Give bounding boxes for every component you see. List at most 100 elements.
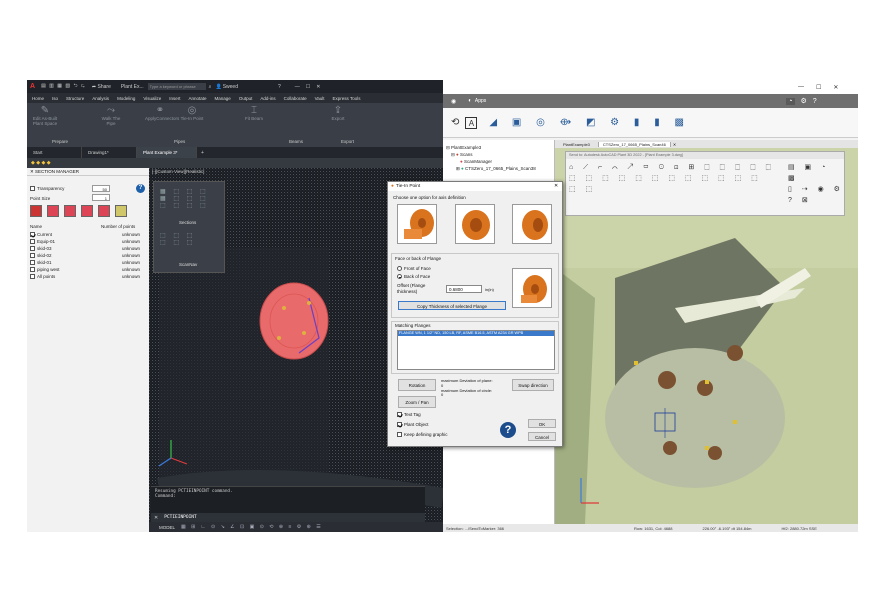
section-remove-icon[interactable] [64, 205, 76, 217]
view-mode-icons[interactable]: ◢ ▣ ◎ ⟴ ◩ ⚙ ▮ ▮ ▩ [489, 117, 690, 128]
section-export-icon[interactable] [115, 205, 127, 217]
apps-label[interactable]: Apps [475, 98, 486, 104]
stop-icon[interactable]: ◉ [451, 98, 456, 105]
search-input[interactable]: Type a keyword or phrase [147, 83, 206, 90]
section-tool-icons[interactable]: ▦ ⬚ ⬚ ⬚ ▦ ⬚ ⬚ ⬚ ⬚ ⬚ ⬚ ⬚ [160, 188, 209, 209]
send-tool-icons[interactable]: ⌂ ⟋ ⌐ ⌒ ↗ ▭ ⊙ ⊡ ⊞ ⬚ ⬚ ⬚ ⬚ ⬚ ⬚ ⬚ ⬚ ⬚ ⬚ ⬚ ⬚… [569, 162, 775, 195]
autocad-icon[interactable]: A [465, 116, 478, 129]
back-of-face-radio[interactable]: Back of Face [397, 274, 430, 280]
tree-scans[interactable]: ⊟ ● Scans [446, 151, 551, 158]
doc-tab-drawing1[interactable]: Drawing1* [82, 147, 137, 158]
send-right-icons[interactable]: ▤ ▣ ◔ ▩ ▯ ⇢ ◉ ⚙? ⊠ [788, 162, 844, 206]
section-list-item[interactable]: skid-02 unknown [30, 252, 144, 259]
tab-plantexample3[interactable]: PlantExample3 [555, 141, 599, 147]
point-size-input[interactable]: 1 [92, 194, 110, 201]
tree-scanmanager[interactable]: ● ScanManager [446, 158, 551, 165]
tab-annotate[interactable]: Annotate [189, 96, 207, 101]
front-of-face-radio[interactable]: Front of Face [397, 266, 431, 272]
section-list-item[interactable]: piping west unknown [30, 266, 144, 273]
section-list-item[interactable]: Equip-01 unknown [30, 238, 144, 245]
section-invert-icon[interactable] [81, 205, 93, 217]
tab-modeling[interactable]: Modeling [117, 96, 135, 101]
dialog-close-icon[interactable]: ✕ [554, 184, 558, 189]
matching-flange-item[interactable]: FLANGE WN, 1 1/2" ND, 150 LB, RF, ASME B… [398, 331, 554, 336]
status-toggle-icons[interactable]: ▦ ⊞ ∟ ⊙ ↘ ∠ ⊡ ▣ ⊙ ⟲ ⊕ ≡ ⚙ ⊕ ☰ [181, 524, 323, 530]
matching-flanges-list[interactable]: FLANGE WN, 1 1/2" ND, 150 LB, RF, ASME B… [397, 330, 555, 370]
rotate-icon[interactable]: ⟲ [451, 117, 459, 128]
viewport-label[interactable]: [-][Custom View][Realistic] [152, 169, 204, 174]
section-item-checkbox[interactable] [30, 239, 35, 245]
transparency-checkbox[interactable] [30, 186, 35, 192]
tab-output[interactable]: Output [239, 96, 253, 101]
maximize-icon[interactable]: ☐ [816, 84, 821, 91]
scannav-icons[interactable]: ⬚ ⬚ ⬚ ⬚ ⬚ ⬚ [160, 232, 195, 246]
section-item-checkbox[interactable] [30, 274, 35, 280]
cancel-button[interactable]: Cancel [528, 432, 556, 441]
swap-direction-button[interactable]: Swap direction [512, 379, 554, 391]
tie-in-point-button[interactable]: ◎ Tie-In Point [179, 105, 205, 121]
export-button[interactable]: ⇪ Export [327, 105, 349, 121]
doc-tab-start[interactable]: Start [27, 147, 82, 158]
axis-option-3[interactable] [512, 204, 552, 244]
search-icon[interactable]: ⌕ [209, 84, 212, 90]
copy-thickness-button[interactable]: Copy Thickness of selected Flange [398, 301, 506, 310]
zoom-pan-button[interactable]: Zoom / Pan [398, 396, 436, 408]
tab-close-icon[interactable]: ✕ [673, 142, 676, 147]
pie-icon[interactable]: ◔ [786, 97, 795, 105]
section-item-checkbox[interactable] [30, 253, 35, 259]
walk-the-pipe-button[interactable]: ⤳ Walk The Pipe [99, 105, 123, 126]
layer-icons[interactable]: ◆ ◆ ◆ ◆ [31, 160, 51, 166]
tab-analysis[interactable]: Analysis [92, 96, 109, 101]
ok-button[interactable]: OK [528, 419, 556, 428]
tab-home[interactable]: Home [32, 96, 44, 101]
keep-graphic-checkbox[interactable]: Keep defining graphic [397, 432, 448, 438]
axis-option-2[interactable] [455, 204, 495, 244]
section-clear-icon[interactable] [98, 205, 110, 217]
rotation-button[interactable]: Rotation [398, 379, 436, 391]
section-item-checkbox[interactable] [30, 260, 35, 266]
transparency-input[interactable]: 50 [92, 185, 110, 192]
axis-option-1[interactable] [397, 204, 437, 244]
tab-express-tools[interactable]: Express Tools [333, 96, 361, 101]
section-list-item[interactable]: All points unknown [30, 273, 144, 280]
new-tab-icon[interactable]: + [201, 150, 204, 156]
dialog-help-icon[interactable]: ? [500, 422, 516, 438]
tab-iso[interactable]: Iso [52, 96, 58, 101]
tab-manage[interactable]: Manage [215, 96, 231, 101]
flange-model[interactable] [259, 282, 329, 360]
section-item-checkbox[interactable] [30, 246, 35, 252]
fit-beam-button[interactable]: ⌶ Fit Beam [243, 105, 265, 121]
edit-asbuilt-button[interactable]: ✎ Edit As-Built Plant Space [31, 105, 59, 126]
section-add-icon[interactable] [47, 205, 59, 217]
minimize-icon[interactable]: — [798, 84, 804, 90]
plant-object-checkbox[interactable]: Plant Object [397, 422, 429, 428]
close-icon[interactable]: ✕ [316, 84, 320, 90]
section-list-item[interactable]: skid-03 unknown [30, 245, 144, 252]
maximize-icon[interactable]: ☐ [306, 84, 310, 90]
doc-tab-plant-example[interactable]: Plant Example 3* [137, 147, 197, 158]
section-new-icon[interactable] [30, 205, 42, 217]
apps-icon[interactable]: ◐ [468, 98, 472, 104]
share-button[interactable]: ➦ Share [92, 84, 111, 90]
command-input[interactable]: PCTIEINPOINT [164, 515, 197, 520]
command-close-icon[interactable]: ✕ [154, 515, 158, 521]
tab-vault[interactable]: Vault [315, 96, 325, 101]
model-tab[interactable]: MODEL [159, 525, 175, 530]
tab-visualize[interactable]: Visualize [143, 96, 161, 101]
quick-access-icons[interactable]: ▤ ▥ ▦ ▧ ⮌ ⮎ [41, 83, 86, 91]
tab-insert[interactable]: Insert [169, 96, 180, 101]
help-icon[interactable]: ? [136, 184, 145, 193]
close-icon[interactable]: ✕ [833, 84, 838, 91]
apply-connectors-button[interactable]: ⚭ ApplyConnectors [145, 105, 179, 121]
settings-icon[interactable]: ⚙ [801, 97, 807, 105]
tab-structure[interactable]: Structure [66, 96, 84, 101]
app-logo[interactable]: A [30, 83, 35, 90]
section-list-item[interactable]: Current unknown [30, 231, 144, 238]
help-icon[interactable]: ? [278, 84, 281, 90]
minimize-icon[interactable]: — [295, 84, 300, 90]
command-line[interactable]: Resuming PCTIEINPOINT command. Command: … [151, 486, 425, 522]
tree-scan-item[interactable]: ⊞ ● CTSZero_17_0665_Plains_Scan38 [446, 165, 551, 172]
tab-scan46[interactable]: CTSZero_17_0665_Plains_Scan46 [598, 141, 671, 147]
offset-input[interactable]: 0.6800 [446, 285, 482, 293]
user-name[interactable]: Sweed [223, 84, 238, 90]
